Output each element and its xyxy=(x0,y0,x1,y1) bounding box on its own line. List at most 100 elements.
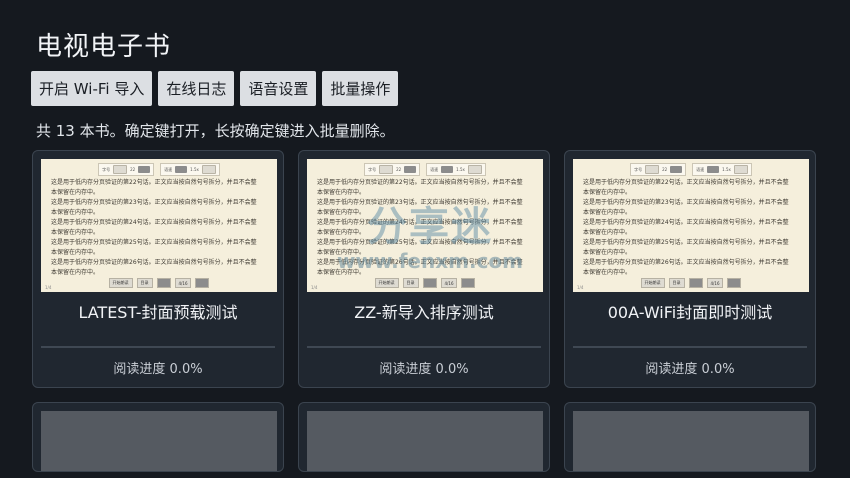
preview-minus xyxy=(379,165,394,174)
book-cover: 字号 22 语速 1.5x 这是用于低内存分页验证的第22句话。正文应当按自然句号拆分，… xyxy=(41,159,277,292)
preview-text: 这是用于低内存分页验证的第22句话。正文应当按自然句号拆分，并且不会整 本保留在内… xyxy=(317,178,533,278)
divider xyxy=(573,346,807,348)
preview-line: 这是用于低内存分页验证的第22句话。正文应当按自然句号拆分，并且不会整 xyxy=(583,179,789,186)
preview-toolbar: 字号 22 语速 1.5x xyxy=(41,163,277,176)
preview-speed-plus xyxy=(201,165,216,174)
preview-line: 本保留在内存中。 xyxy=(51,229,100,236)
preview-font-size: 字号 22 xyxy=(630,163,687,176)
reading-progress: 阅读进度 0.0% xyxy=(379,362,469,377)
preview-speed-minus xyxy=(175,166,188,173)
batch-operations-button[interactable]: 批量操作 xyxy=(322,71,399,106)
preview-toc: 目录 xyxy=(668,278,685,288)
preview-line: 本保留在内存中。 xyxy=(317,229,366,236)
preview-line: 这是用于低内存分页验证的第23句话。正文应当按自然句号拆分，并且不会整 xyxy=(583,199,789,206)
preview-speed-plus xyxy=(733,165,748,174)
preview-line: 本保留在内存中。 xyxy=(583,189,632,196)
preview-line: 本保留在内存中。 xyxy=(317,249,366,256)
preview-minus xyxy=(113,165,128,174)
preview-line: 本保留在内存中。 xyxy=(583,269,632,276)
book-cover: 字号 22 语速 1.5x 这是用于低内存分页验证的第22句话。正文应当按自然句号拆分，… xyxy=(307,159,543,292)
preview-speed-label: 语速 xyxy=(696,166,705,172)
preview-corner: 1/4 xyxy=(45,285,52,290)
preview-next xyxy=(727,278,742,288)
preview-speed-value: 1.5x xyxy=(456,167,465,172)
preview-speed-value: 1.5x xyxy=(190,167,199,172)
preview-line: 这是用于低内存分页验证的第24句话。正文应当按自然句号拆分，并且不会整 xyxy=(317,219,523,226)
online-log-button[interactable]: 在线日志 xyxy=(158,71,235,106)
preview-line: 这是用于低内存分页验证的第24句话。正文应当按自然句号拆分，并且不会整 xyxy=(51,219,257,226)
divider xyxy=(41,346,275,348)
preview-line: 本保留在内存中。 xyxy=(51,269,100,276)
voice-settings-button[interactable]: 语音设置 xyxy=(240,71,317,106)
preview-speed-label: 语速 xyxy=(430,166,439,172)
preview-controls: 开始朗读 目录 4/16 xyxy=(307,278,543,288)
divider xyxy=(307,346,541,348)
preview-page: 4/16 xyxy=(440,278,458,288)
preview-toc: 目录 xyxy=(402,278,419,288)
reading-progress: 阅读进度 0.0% xyxy=(645,362,735,377)
book-cover-placeholder xyxy=(573,411,809,471)
book-cover-placeholder xyxy=(307,411,543,471)
preview-speed-plus xyxy=(467,165,482,174)
preview-line: 这是用于低内存分页验证的第23句话。正文应当按自然句号拆分，并且不会整 xyxy=(51,199,257,206)
preview-controls: 开始朗读 目录 4/16 xyxy=(41,278,277,288)
preview-speed: 语速 1.5x xyxy=(692,163,752,176)
preview-line: 本保留在内存中。 xyxy=(317,269,366,276)
book-card[interactable]: 字号 22 语速 1.5x 这是用于低内存分页验证的第22句话。正文应当按自然句号拆分，… xyxy=(298,150,550,388)
preview-read-aloud: 开始朗读 xyxy=(374,278,399,288)
preview-plus xyxy=(404,166,417,173)
book-card[interactable] xyxy=(564,402,816,472)
preview-text: 这是用于低内存分页验证的第22句话。正文应当按自然句号拆分，并且不会整 本保留在内… xyxy=(51,178,267,278)
book-card[interactable] xyxy=(298,402,550,472)
preview-line: 这是用于低内存分页验证的第26句话。正文应当按自然句号拆分，并且不会整 xyxy=(51,259,257,266)
preview-prev xyxy=(422,278,437,288)
preview-line: 这是用于低内存分页验证的第26句话。正文应当按自然句号拆分，并且不会整 xyxy=(583,259,789,266)
preview-line: 这是用于低内存分页验证的第25句话。正文应当按自然句号拆分，并且不会整 xyxy=(51,239,257,246)
book-cover-placeholder xyxy=(41,411,277,471)
book-title: 00A-WiFi封面即时测试 xyxy=(607,303,773,322)
preview-speed: 语速 1.5x xyxy=(160,163,220,176)
preview-font-size: 字号 22 xyxy=(98,163,155,176)
preview-toolbar: 字号 22 语速 1.5x xyxy=(307,163,543,176)
preview-prev xyxy=(688,278,703,288)
preview-controls: 开始朗读 目录 4/16 xyxy=(573,278,809,288)
preview-font-label: 字号 xyxy=(634,166,643,172)
preview-font-value: 22 xyxy=(130,167,136,172)
book-cover: 字号 22 语速 1.5x 这是用于低内存分页验证的第22句话。正文应当按自然句号拆分，… xyxy=(573,159,809,292)
preview-plus xyxy=(138,166,151,173)
toolbar: 开启 Wi-Fi 导入 在线日志 语音设置 批量操作 xyxy=(31,71,399,106)
preview-line: 这是用于低内存分页验证的第25句话。正文应当按自然句号拆分，并且不会整 xyxy=(583,239,789,246)
preview-line: 这是用于低内存分页验证的第26句话。正文应当按自然句号拆分，并且不会整 xyxy=(317,259,523,266)
preview-font-size: 字号 22 xyxy=(364,163,421,176)
preview-line: 本保留在内存中。 xyxy=(583,249,632,256)
preview-font-label: 字号 xyxy=(102,166,111,172)
preview-line: 本保留在内存中。 xyxy=(583,229,632,236)
preview-line: 这是用于低内存分页验证的第22句话。正文应当按自然句号拆分，并且不会整 xyxy=(51,179,257,186)
preview-read-aloud: 开始朗读 xyxy=(108,278,133,288)
preview-font-label: 字号 xyxy=(368,166,377,172)
preview-line: 这是用于低内存分页验证的第24句话。正文应当按自然句号拆分，并且不会整 xyxy=(583,219,789,226)
preview-line: 本保留在内存中。 xyxy=(51,209,100,216)
preview-toc: 目录 xyxy=(136,278,153,288)
preview-corner: 1/4 xyxy=(577,285,584,290)
preview-line: 本保留在内存中。 xyxy=(51,189,100,196)
preview-next xyxy=(461,278,476,288)
book-card[interactable]: 字号 22 语速 1.5x 这是用于低内存分页验证的第22句话。正文应当按自然句号拆分，… xyxy=(564,150,816,388)
book-card[interactable] xyxy=(32,402,284,472)
preview-line: 这是用于低内存分页验证的第22句话。正文应当按自然句号拆分，并且不会整 xyxy=(317,179,523,186)
preview-corner: 1/4 xyxy=(311,285,318,290)
preview-line: 本保留在内存中。 xyxy=(51,249,100,256)
preview-next xyxy=(195,278,210,288)
preview-toolbar: 字号 22 语速 1.5x xyxy=(573,163,809,176)
preview-text: 这是用于低内存分页验证的第22句话。正文应当按自然句号拆分，并且不会整 本保留在内… xyxy=(583,178,799,278)
preview-minus xyxy=(645,165,660,174)
preview-speed-minus xyxy=(441,166,454,173)
preview-prev xyxy=(156,278,171,288)
wifi-import-button[interactable]: 开启 Wi-Fi 导入 xyxy=(31,71,153,106)
preview-speed: 语速 1.5x xyxy=(426,163,486,176)
preview-line: 本保留在内存中。 xyxy=(583,209,632,216)
preview-line: 这是用于低内存分页验证的第23句话。正文应当按自然句号拆分，并且不会整 xyxy=(317,199,523,206)
preview-line: 本保留在内存中。 xyxy=(317,209,366,216)
book-card[interactable]: 字号 22 语速 1.5x 这是用于低内存分页验证的第22句话。正文应当按自然句号拆分，… xyxy=(32,150,284,388)
reading-progress: 阅读进度 0.0% xyxy=(113,362,203,377)
